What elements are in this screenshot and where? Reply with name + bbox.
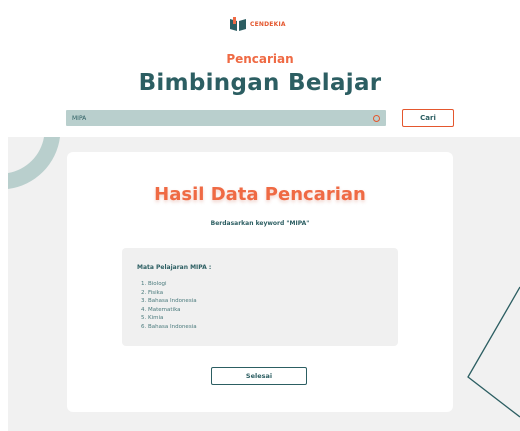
book-logo-icon xyxy=(229,16,247,32)
page-subtitle: Pencarian xyxy=(226,52,294,66)
result-list-heading: Mata Pelajaran MIPA : xyxy=(137,264,212,271)
result-card: Hasil Data Pencarian Berdasarkan keyword… xyxy=(67,152,453,412)
brand-logo[interactable]: CENDEKIA xyxy=(229,16,286,32)
search-value: MIPA xyxy=(72,114,87,122)
done-button[interactable]: Selesai xyxy=(211,367,307,385)
logo-text: CENDEKIA xyxy=(250,20,286,28)
result-list-box: Mata Pelajaran MIPA : 1. Biologi 2. Fisi… xyxy=(122,248,398,346)
result-list: 1. Biologi 2. Fisika 3. Bahasa Indonesia… xyxy=(137,280,383,331)
search-button[interactable]: Cari xyxy=(402,109,454,127)
list-item: 3. Bahasa Indonesia xyxy=(141,298,197,304)
search-input[interactable]: MIPA xyxy=(66,110,386,126)
result-keyword-note: Berdasarkan keyword "MIPA" xyxy=(210,220,310,227)
search-icon[interactable] xyxy=(373,114,380,122)
list-item: 1. Biologi xyxy=(141,281,167,287)
list-item: 5. Kimia xyxy=(141,315,164,321)
list-item: 4. Matematika xyxy=(141,306,181,313)
list-item: 6. Bahasa Indonesia xyxy=(141,323,197,330)
result-title: Hasil Data Pencarian xyxy=(154,184,366,205)
list-item: 2. Fisika xyxy=(141,289,164,296)
page-title: Bimbingan Belajar xyxy=(138,70,382,96)
